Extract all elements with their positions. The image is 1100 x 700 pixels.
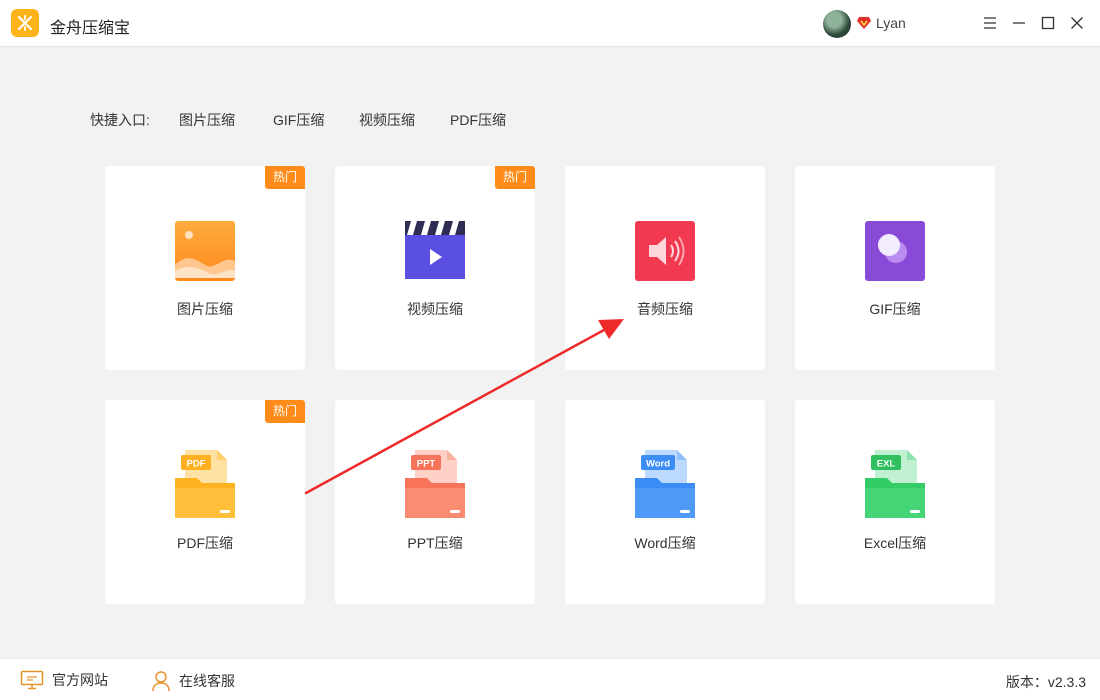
online-support-link[interactable]: 在线客服: [151, 670, 235, 692]
footer-bar: 官方网站 在线客服 版本：v2.3.3: [0, 658, 1100, 700]
app-title: 金舟压缩宝: [50, 20, 131, 37]
hot-badge: 热门: [265, 166, 305, 189]
svg-text:PPT: PPT: [417, 459, 436, 470]
card-image-compress[interactable]: 热门 图片压缩: [105, 166, 305, 370]
word-folder-icon: Word: [635, 450, 695, 518]
support-agent-icon: [152, 671, 170, 692]
quick-link-gif[interactable]: GIF压缩: [273, 110, 324, 130]
excel-folder-icon: EXL: [865, 450, 925, 518]
hot-badge: 热门: [495, 166, 535, 189]
video-clapper-icon: [405, 221, 465, 279]
quick-link-image[interactable]: 图片压缩: [179, 110, 235, 130]
card-word-compress[interactable]: Word Word压缩: [565, 400, 765, 604]
card-label: PPT压缩: [407, 535, 463, 551]
online-support-label: 在线客服: [179, 673, 235, 689]
menu-icon[interactable]: [978, 11, 1002, 35]
quick-link-pdf[interactable]: PDF压缩: [450, 110, 506, 130]
maximize-icon[interactable]: [1036, 11, 1060, 35]
card-label: Word压缩: [634, 535, 696, 551]
pdf-folder-icon: PDF: [175, 450, 235, 518]
app-logo-icon: [11, 9, 39, 37]
quick-link-video[interactable]: 视频压缩: [359, 110, 415, 130]
speaker-icon: [635, 221, 695, 281]
avatar[interactable]: [823, 10, 851, 38]
hot-badge: 热门: [265, 400, 305, 423]
card-label: 音频压缩: [637, 301, 693, 317]
card-label: PDF压缩: [177, 535, 233, 551]
image-icon: [175, 221, 235, 281]
close-icon[interactable]: [1065, 11, 1089, 35]
version-text: 版本：v2.3.3: [1005, 674, 1086, 690]
card-audio-compress[interactable]: 音频压缩: [565, 166, 765, 370]
card-gif-compress[interactable]: GIF压缩: [795, 166, 995, 370]
quick-entry-label: 快捷入口:: [90, 112, 150, 128]
ppt-folder-icon: PPT: [405, 450, 465, 518]
card-video-compress[interactable]: 热门 视频压缩: [335, 166, 535, 370]
minimize-icon[interactable]: [1007, 11, 1031, 35]
official-website-link[interactable]: 官方网站: [20, 670, 108, 690]
official-website-label: 官方网站: [52, 672, 108, 688]
card-label: 视频压缩: [407, 301, 463, 317]
monitor-icon: [20, 670, 44, 690]
card-label: 图片压缩: [177, 301, 233, 317]
card-excel-compress[interactable]: EXL Excel压缩: [795, 400, 995, 604]
title-bar: 金舟压缩宝 Lyan: [0, 0, 1100, 47]
vip-diamond-icon: [857, 17, 871, 29]
card-ppt-compress[interactable]: PPT PPT压缩: [335, 400, 535, 604]
username[interactable]: Lyan: [876, 15, 906, 31]
svg-text:Word: Word: [646, 459, 670, 470]
svg-text:PDF: PDF: [187, 459, 206, 470]
card-label: Excel压缩: [863, 535, 927, 551]
gif-icon: [865, 221, 925, 281]
card-pdf-compress[interactable]: 热门 PDF PDF压缩: [105, 400, 305, 604]
card-label: GIF压缩: [869, 301, 921, 317]
svg-text:EXL: EXL: [877, 459, 896, 470]
